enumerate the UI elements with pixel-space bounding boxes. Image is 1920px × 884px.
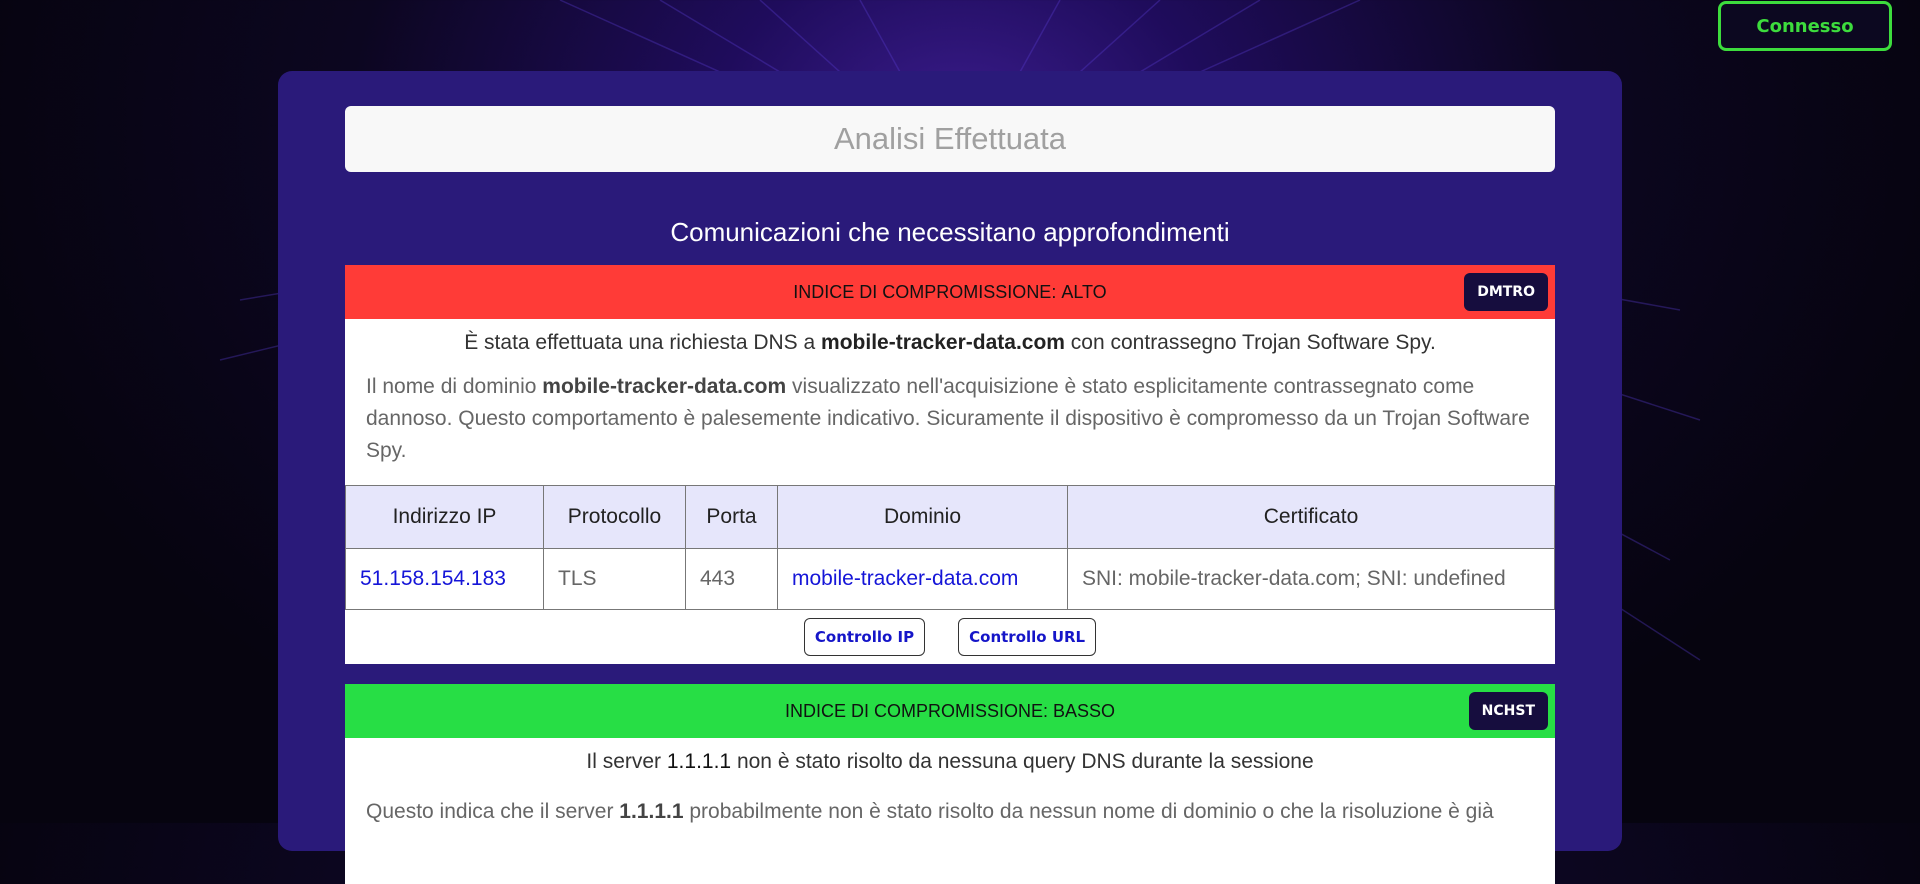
column-header-certificate: Certificato: [1067, 485, 1555, 549]
check-buttons-row: Controllo IP Controllo URL: [345, 610, 1555, 664]
certificate-cell: SNI: mobile-tracker-data.com; SNI: undef…: [1067, 548, 1555, 610]
description-text-end: probabilmente non è stato risolto da nes…: [683, 800, 1494, 823]
column-header-protocol: Protocollo: [543, 485, 686, 549]
description-domain: mobile-tracker-data.com: [542, 375, 787, 398]
compromise-level: BASSO: [1053, 700, 1116, 721]
column-header-ip: Indirizzo IP: [345, 485, 544, 549]
summary-text-end: con contrassegno Trojan Software Spy.: [1064, 331, 1436, 354]
connection-table: Indirizzo IP Protocollo Porta Dominio Ce…: [345, 485, 1555, 610]
column-header-port: Porta: [685, 485, 778, 549]
section-title: Comunicazioni che necessitano approfondi…: [670, 217, 1230, 247]
summary-ip: 1.1.1.1: [666, 750, 732, 773]
table-header-row: Indirizzo IP Protocollo Porta Dominio Ce…: [345, 485, 1555, 549]
indicator-badge: NCHST: [1468, 692, 1548, 730]
summary-text-end: non è stato risolto da nessuna query DNS…: [731, 750, 1314, 773]
url-check-button[interactable]: Controllo URL: [958, 618, 1097, 656]
finding-description: Il nome di dominio mobile-tracker-data.c…: [345, 357, 1555, 467]
port-cell: 443: [685, 548, 778, 610]
ip-check-button[interactable]: Controllo IP: [803, 618, 926, 656]
description-text: Il nome di dominio: [366, 375, 543, 398]
indicator-badge: DMTRO: [1464, 273, 1548, 311]
summary-domain: mobile-tracker-data.com: [821, 331, 1065, 354]
summary-text: È stata effettuata una richiesta DNS a: [464, 331, 822, 354]
compromise-level: ALTO: [1061, 281, 1107, 302]
ip-link[interactable]: 51.158.154.183: [345, 548, 544, 610]
table-row: 51.158.154.183 TLS 443 mobile-tracker-da…: [345, 548, 1555, 610]
compromise-index-header: INDICE DI COMPROMISSIONE: ALTO DMTRO: [345, 265, 1555, 319]
page-title: Analisi Effettuata: [345, 106, 1555, 172]
compromise-index-label: INDICE DI COMPROMISSIONE:: [793, 281, 1057, 302]
finding-summary: Il server 1.1.1.1 non è stato risolto da…: [345, 738, 1555, 776]
compromise-index-header: INDICE DI COMPROMISSIONE: BASSO NCHST: [345, 684, 1555, 738]
protocol-cell: TLS: [543, 548, 686, 610]
finding-description: Questo indica che il server 1.1.1.1 prob…: [345, 776, 1555, 828]
connection-status-button[interactable]: Connesso: [1718, 1, 1892, 51]
compromise-index-label: INDICE DI COMPROMISSIONE:: [784, 700, 1048, 721]
domain-link[interactable]: mobile-tracker-data.com: [777, 548, 1068, 610]
finding-summary: È stata effettuata una richiesta DNS a m…: [345, 319, 1555, 357]
finding-card-low: INDICE DI COMPROMISSIONE: BASSO NCHST Il…: [345, 684, 1555, 884]
summary-text: Il server: [586, 750, 667, 773]
finding-card-high: INDICE DI COMPROMISSIONE: ALTO DMTRO È s…: [345, 265, 1555, 664]
description-text: Questo indica che il server: [366, 800, 620, 823]
description-ip: 1.1.1.1: [619, 800, 684, 823]
column-header-domain: Dominio: [777, 485, 1068, 549]
main-panel: Analisi Effettuata Comunicazioni che nec…: [278, 71, 1622, 884]
